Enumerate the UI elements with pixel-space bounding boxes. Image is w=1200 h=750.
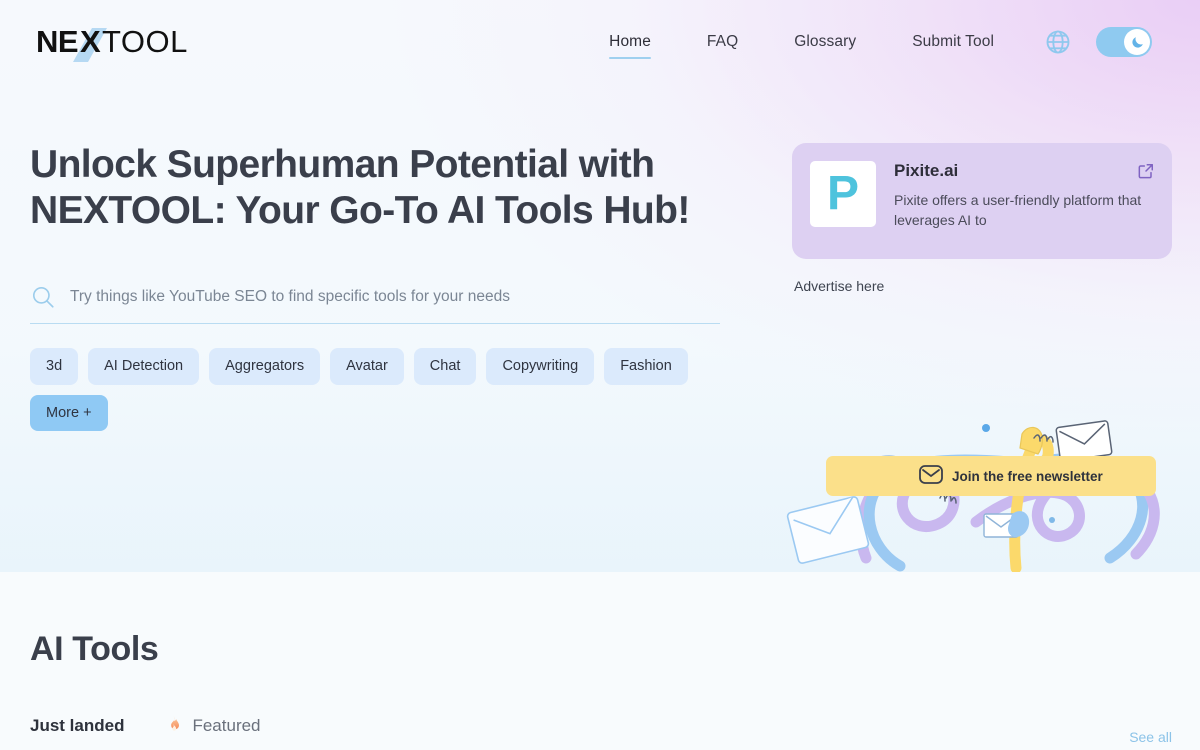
see-all-link[interactable]: See all [1129,729,1172,745]
tools-tab-list: Just landed Featured [30,713,261,739]
tab-featured-label: Featured [192,716,261,735]
svg-text:TOOL: TOOL [102,24,188,59]
nav-item-home[interactable]: Home [609,29,651,59]
tag-fashion[interactable]: Fashion [604,348,688,385]
fire-icon [164,713,183,739]
search-input[interactable] [70,287,720,312]
tag-copywriting[interactable]: Copywriting [486,348,595,385]
page-root: NE X TOOL Home FAQ Glossary Submit Tool [0,0,1200,750]
moon-icon [1124,29,1150,55]
ad-title: Pixite.ai [894,161,959,180]
ad-description: Pixite offers a user-friendly platform t… [894,192,1142,228]
theme-toggle[interactable] [1096,27,1152,57]
page-title: Unlock Superhuman Potential with NEXTOOL… [30,143,690,232]
newsletter-banner-label: Join the free newsletter [952,469,1104,484]
tag-ai-detection[interactable]: AI Detection [88,348,200,385]
pixite-logo: P [810,161,876,227]
main-navigation: Home FAQ Glossary Submit Tool [581,0,1172,84]
tag-aggregators[interactable]: Aggregators [209,348,321,385]
tab-just-landed-label: Just landed [30,716,125,735]
category-tag-list: 3d AI Detection Aggregators Avatar Chat … [30,348,770,431]
section-title-ai-tools: AI Tools [30,630,159,668]
tab-featured[interactable]: Featured [164,713,261,739]
svg-text:NE: NE [36,24,78,59]
svg-text:X: X [80,24,101,59]
tag-more-button[interactable]: More + [30,394,108,431]
tag-3d[interactable]: 3d [30,348,79,385]
advertisement-card[interactable]: P Pixite.ai Pixite offers a user-friendl… [792,143,1172,259]
globe-icon[interactable] [1044,28,1072,56]
site-header: NE X TOOL Home FAQ Glossary Submit Tool [0,0,1200,84]
tag-avatar[interactable]: Avatar [330,348,404,385]
search-icon [30,284,56,315]
nav-item-submit-tool[interactable]: Submit Tool [912,29,994,55]
ad-content: Pixite.ai Pixite offers a user-friendly … [894,159,1154,243]
external-link-icon[interactable] [1136,161,1156,186]
search-bar[interactable] [30,276,720,324]
logo-icon: NE X TOOL [36,24,188,62]
tag-chat[interactable]: Chat [413,348,477,385]
newsletter-illustration: Join the free newsletter [780,408,1200,572]
nav-item-glossary[interactable]: Glossary [794,29,856,55]
brand-logo[interactable]: NE X TOOL [36,22,211,62]
nav-item-faq[interactable]: FAQ [707,29,738,55]
tab-just-landed[interactable]: Just landed [30,716,124,736]
advertise-here-link[interactable]: Advertise here [794,278,884,294]
